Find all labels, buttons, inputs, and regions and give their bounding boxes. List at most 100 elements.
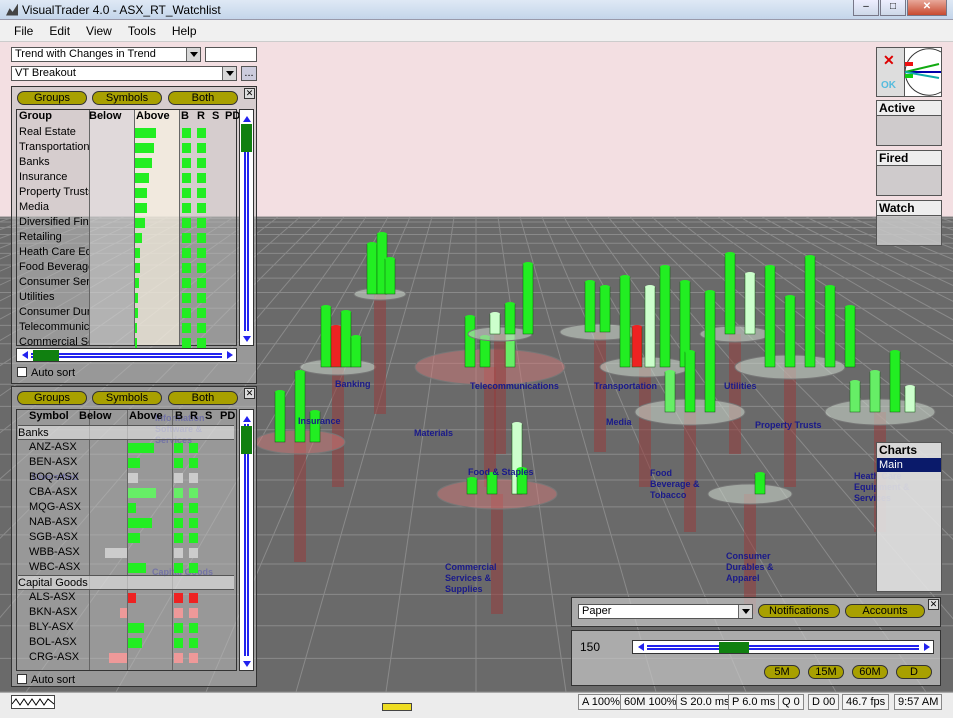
mute-icon[interactable]: ✕: [883, 52, 895, 69]
scroll-up-icon[interactable]: [240, 410, 253, 422]
timeframe-d-button[interactable]: D: [896, 665, 932, 679]
group-row[interactable]: Banks: [17, 155, 234, 170]
header-pd[interactable]: PD: [225, 110, 240, 122]
chevron-down-icon[interactable]: [186, 48, 200, 61]
browse-button[interactable]: ...: [241, 66, 257, 81]
header-pd[interactable]: PD: [220, 410, 235, 422]
close-button[interactable]: ✕: [907, 0, 947, 16]
both-button[interactable]: Both: [168, 391, 238, 405]
group-vscroll[interactable]: [239, 109, 254, 346]
scroll-thumb[interactable]: [241, 124, 252, 152]
symbol-row[interactable]: BLY-ASX: [17, 620, 234, 635]
close-icon[interactable]: ✕: [244, 88, 255, 99]
breakout-select[interactable]: VT Breakout: [11, 66, 237, 81]
symbol-row[interactable]: SGB-ASX: [17, 530, 234, 545]
menu-help[interactable]: Help: [164, 24, 205, 38]
scene-label[interactable]: Transportation: [594, 381, 657, 392]
symbol-row[interactable]: ANZ-ASX: [17, 440, 234, 455]
chevron-down-icon[interactable]: [222, 67, 236, 80]
scroll-left-icon[interactable]: [633, 641, 645, 653]
chart-item-main[interactable]: Main: [877, 458, 941, 472]
group-row[interactable]: Heath Care Eq: [17, 245, 234, 260]
symbol-vscroll[interactable]: [239, 409, 254, 671]
header-below[interactable]: Below: [89, 110, 121, 122]
symbol-row[interactable]: ALS-ASX: [17, 590, 234, 605]
header-below[interactable]: Below: [79, 410, 111, 422]
header-s[interactable]: S: [205, 410, 212, 422]
scroll-thumb[interactable]: [33, 350, 59, 361]
symbol-row[interactable]: WBB-ASX: [17, 545, 234, 560]
timeframe-5m-button[interactable]: 5M: [764, 665, 800, 679]
status-indicator[interactable]: [382, 703, 412, 711]
chevron-down-icon[interactable]: [738, 605, 752, 618]
header-above[interactable]: Above: [136, 110, 170, 122]
scroll-track[interactable]: [31, 353, 222, 358]
scroll-thumb[interactable]: [719, 642, 749, 653]
time-slider[interactable]: [632, 640, 934, 654]
scene-label[interactable]: Insurance: [298, 416, 341, 427]
scroll-right-icon[interactable]: [224, 349, 236, 361]
group-row[interactable]: Utilities: [17, 290, 234, 305]
close-icon[interactable]: ✕: [928, 599, 939, 610]
menu-tools[interactable]: Tools: [120, 24, 164, 38]
scroll-track[interactable]: [647, 645, 919, 650]
symbol-row[interactable]: WBC-ASX: [17, 560, 234, 575]
active-box[interactable]: Active: [876, 100, 942, 146]
scene-label[interactable]: Food Beverage & Tobacco: [650, 468, 710, 501]
symbol-row[interactable]: BKN-ASX: [17, 605, 234, 620]
trend-value-input[interactable]: [205, 47, 257, 62]
header-b[interactable]: B: [181, 110, 189, 122]
symbol-row[interactable]: BOQ-ASX: [17, 470, 234, 485]
header-b[interactable]: B: [175, 410, 183, 422]
accounts-button[interactable]: Accounts: [845, 604, 925, 618]
timeframe-60m-button[interactable]: 60M: [852, 665, 888, 679]
scroll-left-icon[interactable]: [17, 349, 29, 361]
group-hscroll[interactable]: [16, 348, 237, 362]
menu-view[interactable]: View: [78, 24, 120, 38]
maximize-button[interactable]: □: [880, 0, 906, 16]
scene-label[interactable]: Banking: [335, 379, 371, 390]
group-row[interactable]: Insurance: [17, 170, 234, 185]
scene-label[interactable]: Food & Staples: [468, 467, 534, 478]
group-row[interactable]: Retailing: [17, 230, 234, 245]
scroll-down-icon[interactable]: [240, 658, 253, 670]
symbol-row[interactable]: CRG-ASX: [17, 650, 234, 665]
group-row[interactable]: Telecommunic: [17, 320, 234, 335]
symbol-row[interactable]: BEN-ASX: [17, 455, 234, 470]
scroll-track[interactable]: [244, 124, 249, 331]
header-s[interactable]: S: [212, 110, 219, 122]
scene-label[interactable]: Property Trusts: [755, 420, 822, 431]
header-symbol[interactable]: Symbol: [29, 410, 69, 422]
scene-label[interactable]: Utilities: [724, 381, 757, 392]
minimize-button[interactable]: –: [853, 0, 879, 16]
symbol-row[interactable]: MQG-ASX: [17, 500, 234, 515]
groups-button[interactable]: Groups: [17, 391, 87, 405]
scroll-up-icon[interactable]: [240, 110, 253, 122]
scroll-track[interactable]: [244, 424, 249, 656]
account-select[interactable]: Paper: [578, 604, 753, 619]
notifications-button[interactable]: Notifications: [758, 604, 840, 618]
scene-label[interactable]: Media: [606, 417, 632, 428]
symbols-button[interactable]: Symbols: [92, 391, 162, 405]
scroll-down-icon[interactable]: [240, 333, 253, 345]
alert-gauge[interactable]: ✕ OK: [876, 47, 942, 97]
header-r[interactable]: R: [190, 410, 198, 422]
menu-edit[interactable]: Edit: [41, 24, 78, 38]
symbol-row[interactable]: BOL-ASX: [17, 635, 234, 650]
both-button[interactable]: Both: [168, 91, 238, 105]
header-above[interactable]: Above: [129, 410, 163, 422]
symbol-row[interactable]: NAB-ASX: [17, 515, 234, 530]
group-row[interactable]: Food Beverage: [17, 260, 234, 275]
scroll-right-icon[interactable]: [921, 641, 933, 653]
group-row[interactable]: Consumer Serv: [17, 275, 234, 290]
scene-label[interactable]: Consumer Durables & Apparel: [726, 551, 786, 584]
scene-label[interactable]: Materials: [414, 428, 453, 439]
header-group[interactable]: Group: [19, 110, 52, 122]
group-row[interactable]: Real Estate: [17, 125, 234, 140]
close-icon[interactable]: ✕: [244, 388, 255, 399]
symbol-row[interactable]: CBA-ASX: [17, 485, 234, 500]
groups-button[interactable]: Groups: [17, 91, 87, 105]
scroll-thumb[interactable]: [241, 426, 252, 454]
group-row[interactable]: Media: [17, 200, 234, 215]
scene-label[interactable]: Telecommunications: [470, 381, 559, 392]
